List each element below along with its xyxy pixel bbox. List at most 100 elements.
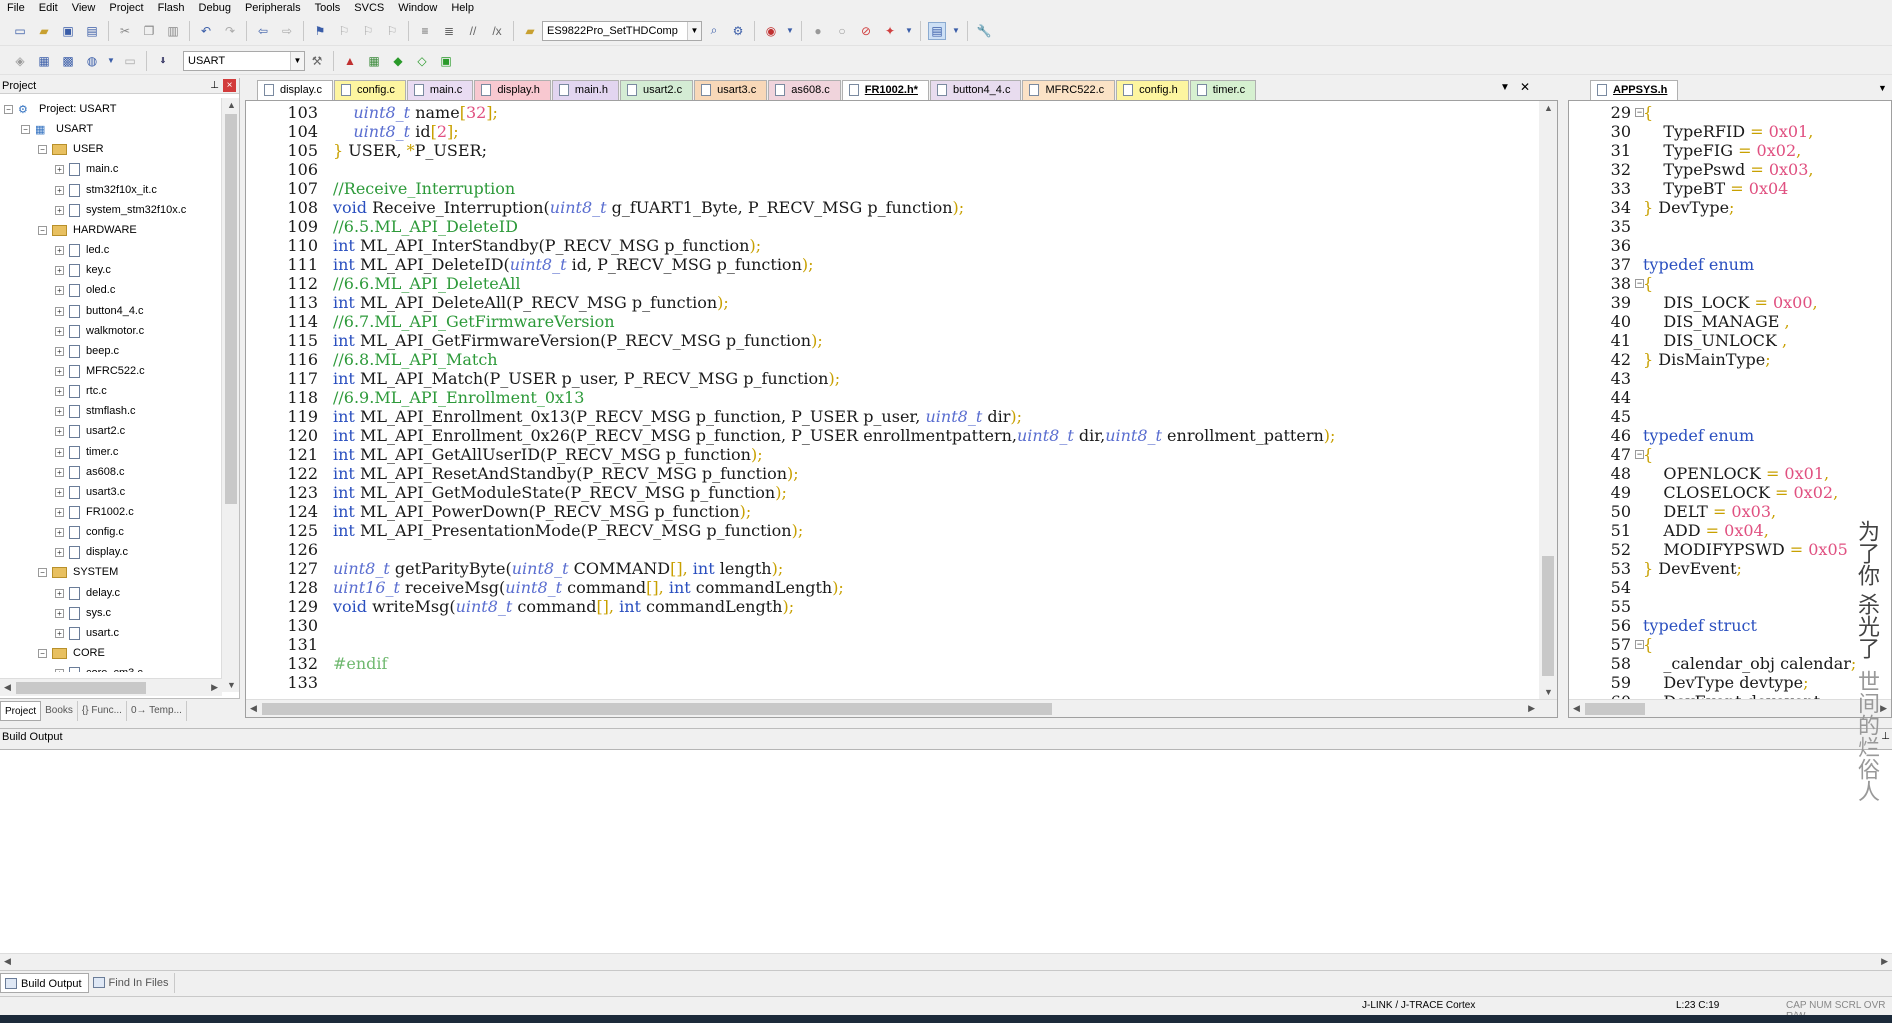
scrollbar-thumb[interactable] [262, 703, 1052, 715]
tree-file[interactable]: + oled.c [55, 281, 115, 299]
tab-config-c[interactable]: config.c [333, 80, 406, 100]
scroll-right-icon[interactable]: ▶ [211, 682, 218, 693]
tree-file[interactable]: + config.c [55, 523, 124, 541]
translate-icon[interactable]: ◈ [11, 52, 29, 70]
chevron-down-icon[interactable]: ▼ [107, 52, 115, 70]
unindent-icon[interactable]: ≣ [440, 22, 458, 40]
configure-icon[interactable]: ✦ [881, 22, 899, 40]
tab-usart3-c[interactable]: usart3.c [694, 80, 768, 100]
breakpoint-kill-icon[interactable]: ⊘ [857, 22, 875, 40]
tab-as608-c[interactable]: as608.c [768, 80, 841, 100]
pin-icon[interactable]: ⊥ [1881, 729, 1890, 745]
find-combo[interactable]: ES9822Pro_SetTHDComp ▼ [542, 20, 702, 41]
tab-timer-c[interactable]: timer.c [1189, 80, 1257, 100]
tree-folder[interactable]: − CORE [38, 644, 105, 662]
tab-main-c[interactable]: main.c [406, 80, 474, 100]
chevron-down-icon[interactable]: ▼ [786, 22, 794, 40]
editor-horizontal-scrollbar[interactable]: ◀ ▶ [246, 699, 1557, 717]
paste-icon[interactable]: ▥ [164, 22, 182, 40]
expand-icon[interactable]: + [55, 164, 64, 174]
expand-icon[interactable]: + [55, 668, 64, 672]
project-tree-horizontal-scrollbar[interactable]: ◀ ▶ [0, 678, 222, 696]
chevron-down-icon[interactable]: ▼ [1878, 83, 1887, 93]
menu-item-file[interactable]: File [0, 1, 32, 15]
tree-file[interactable]: + core_cm3.c [55, 664, 143, 672]
indent-icon[interactable]: ≡ [416, 22, 434, 40]
tab-mfrc522-c[interactable]: MFRC522.c [1022, 80, 1116, 100]
editor-horizontal-scrollbar[interactable]: ◀ ▶ [1569, 699, 1891, 717]
tab-find-in-files[interactable]: Find In Files [89, 972, 176, 993]
tab-button4-4-c[interactable]: button4_4.c [929, 80, 1022, 100]
bookmark-icon[interactable]: ⚑ [311, 22, 329, 40]
expand-icon[interactable]: + [55, 326, 64, 336]
redo-icon[interactable]: ↷ [221, 22, 239, 40]
build-target-combo[interactable]: USART ▼ [183, 50, 305, 71]
pack-installer-icon[interactable]: ▣ [437, 52, 455, 70]
expand-icon[interactable]: + [55, 306, 64, 316]
tree-file[interactable]: + beep.c [55, 342, 119, 360]
find-icon[interactable]: ⌕ [705, 22, 723, 40]
panel-tab-0[interactable]: Project [0, 700, 42, 721]
menu-item-peripherals[interactable]: Peripherals [238, 1, 308, 15]
stop-build-icon[interactable]: ▭ [121, 52, 139, 70]
breakpoint-disable-icon[interactable]: ○ [833, 22, 851, 40]
cut-icon[interactable]: ✂ [116, 22, 134, 40]
tree-file[interactable]: + usart.c [55, 624, 119, 642]
chevron-down-icon[interactable]: ▼ [952, 22, 960, 40]
expand-icon[interactable]: + [55, 265, 64, 275]
uncomment-icon[interactable]: /x [488, 22, 506, 40]
expand-icon[interactable]: + [55, 426, 64, 436]
nav-back-icon[interactable]: ⇦ [254, 22, 272, 40]
menu-item-help[interactable]: Help [444, 1, 481, 15]
panel-tab-1[interactable]: Books [41, 700, 78, 721]
expand-icon[interactable]: + [55, 245, 64, 255]
tab-appsys-h[interactable]: APPSYS.h [1590, 80, 1679, 100]
menu-item-svcs[interactable]: SVCS [347, 1, 391, 15]
tree-folder[interactable]: − HARDWARE [38, 221, 137, 239]
debug-start-icon[interactable]: ◉ [762, 22, 780, 40]
tab-build-output[interactable]: Build Output [0, 972, 89, 993]
tree-file[interactable]: + led.c [55, 241, 109, 259]
code-editor-fr1002-h[interactable]: 103 104 105 106 107 108 109 110 111 112 113 114 115 1… [245, 100, 1558, 718]
breakpoint-icon[interactable]: ● [809, 22, 827, 40]
expand-icon[interactable]: + [55, 386, 64, 396]
tree-file[interactable]: + key.c [55, 261, 111, 279]
chevron-down-icon[interactable]: ▼ [905, 22, 913, 40]
fold-icon[interactable]: − [1635, 450, 1644, 459]
tree-file[interactable]: + timer.c [55, 443, 118, 461]
expand-icon[interactable]: + [55, 406, 64, 416]
tree-file[interactable]: + main.c [55, 160, 118, 178]
fold-icon[interactable]: − [1635, 108, 1644, 117]
tree-file[interactable]: + walkmotor.c [55, 322, 144, 340]
scroll-down-icon[interactable]: ▼ [227, 680, 236, 690]
project-tree-vertical-scrollbar[interactable]: ▲ ▼ [221, 98, 239, 692]
editor-vertical-scrollbar[interactable]: ▲ ▼ [1539, 101, 1557, 699]
copy-icon[interactable]: ❐ [140, 22, 158, 40]
scrollbar-thumb[interactable] [1542, 556, 1554, 676]
code-editor-appsys-h[interactable]: 29 30 31 32 33 34 35 36 37 38 39 40 41 42 43 44 45 46 47 48… [1568, 100, 1892, 718]
tree-file[interactable]: + sys.c [55, 604, 111, 622]
scroll-right-icon[interactable]: ▶ [1880, 703, 1887, 714]
fold-icon[interactable]: − [1635, 640, 1644, 649]
scroll-up-icon[interactable]: ▲ [227, 100, 236, 110]
collapse-icon[interactable]: − [38, 144, 47, 154]
expand-icon[interactable]: + [55, 366, 64, 376]
fold-icon[interactable]: − [1635, 279, 1644, 288]
tree-file[interactable]: + rtc.c [55, 382, 107, 400]
panel-tab-2[interactable]: {} Func... [78, 700, 127, 721]
tree-target[interactable]: − ▦ USART [21, 120, 93, 138]
scroll-left-icon[interactable]: ◀ [1573, 703, 1580, 714]
tree-file[interactable]: + button4_4.c [55, 302, 144, 320]
build-icon[interactable]: ▦ [35, 52, 53, 70]
collapse-icon[interactable]: − [38, 225, 47, 235]
tab-main-h[interactable]: main.h [551, 80, 619, 100]
manage-rte-icon[interactable]: ◇ [413, 52, 431, 70]
collapse-icon[interactable]: − [38, 648, 47, 658]
panel-tab-3[interactable]: 0→ Temp... [127, 700, 187, 721]
menu-item-edit[interactable]: Edit [32, 1, 65, 15]
scroll-left-icon[interactable]: ◀ [4, 956, 11, 967]
expand-icon[interactable]: + [55, 487, 64, 497]
build-output-console[interactable] [0, 749, 1892, 954]
scrollbar-thumb[interactable] [16, 682, 146, 694]
menu-item-flash[interactable]: Flash [151, 1, 192, 15]
